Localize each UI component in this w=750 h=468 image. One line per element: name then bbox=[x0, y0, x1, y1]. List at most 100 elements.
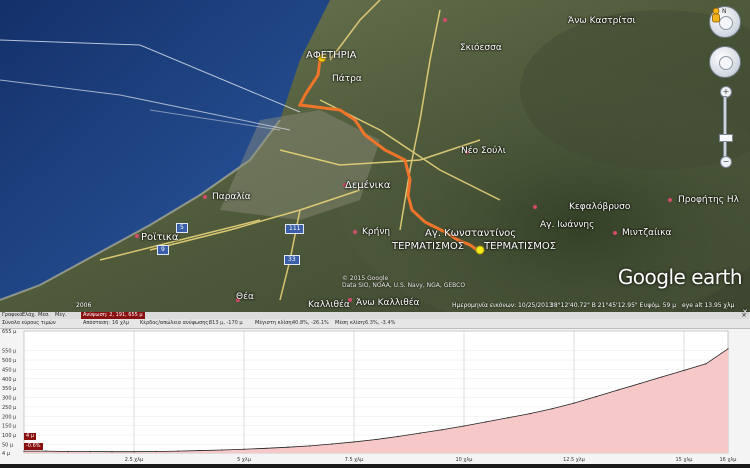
data-point bbox=[221, 449, 223, 451]
data-point bbox=[287, 446, 289, 448]
zoom-knob[interactable] bbox=[719, 134, 733, 142]
navigation-controls[interactable]: N + − bbox=[706, 6, 746, 168]
data-point bbox=[639, 382, 641, 385]
y-tick-label: 450 μ bbox=[2, 367, 17, 373]
data-point bbox=[573, 402, 575, 404]
zoom-track[interactable] bbox=[723, 96, 727, 158]
place-label[interactable]: Προφήτης Ηλ bbox=[678, 195, 739, 205]
gain-label: Κέρδος/απώλεια ανύψωσης: bbox=[140, 320, 211, 326]
place-label[interactable]: Μιντζαίικα bbox=[622, 228, 671, 238]
place-label[interactable]: Αγ. Ιωάννης bbox=[540, 220, 594, 230]
start-elevation-badge: 4 μ bbox=[24, 433, 36, 440]
data-point bbox=[199, 449, 201, 452]
y-tick-label: 150 μ bbox=[2, 424, 17, 430]
graph-label: Γραφικό: bbox=[2, 312, 24, 318]
max-slope-label: Μέγιστη κλίση: bbox=[255, 320, 294, 326]
year-label: 2006 bbox=[76, 302, 92, 309]
data-point bbox=[177, 450, 179, 452]
road-shield: 5 bbox=[176, 223, 188, 233]
y-tick-label: 50 μ bbox=[2, 442, 14, 448]
avg-slope-label: Μέση κλίση: bbox=[335, 320, 366, 326]
map-attribution: © 2015 Google Data SIO, NOAA, U.S. Navy,… bbox=[342, 275, 465, 289]
data-point bbox=[265, 447, 267, 449]
x-tick-label: 15 χλμ bbox=[676, 457, 694, 463]
place-label[interactable]: Ροϊτικα bbox=[141, 232, 178, 243]
data-point bbox=[133, 451, 135, 453]
imagery-date: Ημερομηνία εικόνων: 10/25/2013 bbox=[452, 302, 553, 309]
y-tick-label: 400 μ bbox=[2, 377, 17, 383]
avg-slope-value: 6.3%, -3.4% bbox=[365, 320, 396, 326]
place-label[interactable]: Κεφαλόβρυσο bbox=[569, 202, 630, 212]
y-tick-label: 655 μ bbox=[2, 329, 17, 335]
data-point bbox=[683, 369, 685, 371]
max-toggle[interactable]: Μέγ. bbox=[55, 312, 67, 319]
avg-toggle[interactable]: Μέσ. bbox=[38, 312, 50, 319]
elevation-profile-panel: Γραφικό: Ελάχ. Μέσ. Μέγ. Ανύψωση: 2, 191… bbox=[0, 312, 750, 464]
max-slope-value: 40.8%, -26.1% bbox=[292, 320, 329, 326]
road-shield: 111 bbox=[285, 224, 305, 234]
y-tick-label: 500 μ bbox=[2, 358, 17, 364]
end-pin-icon[interactable] bbox=[475, 245, 485, 255]
pan-ring[interactable] bbox=[709, 46, 741, 78]
summary-label: Σύνολο εύρους τιμών bbox=[2, 320, 56, 326]
zoom-slider[interactable]: + − bbox=[719, 86, 733, 168]
place-label[interactable]: Κρήνη bbox=[362, 227, 390, 237]
y-tick-label: 250 μ bbox=[2, 405, 17, 411]
data-point bbox=[551, 408, 553, 410]
data-point bbox=[617, 389, 619, 391]
end-label[interactable]: ΤΕΡΜΑΤΙΣΜΟΣ bbox=[484, 241, 556, 252]
altitude-label: Ανύψωση: bbox=[83, 312, 108, 318]
data-point bbox=[89, 450, 91, 453]
distance-value: 16 χλμ bbox=[112, 320, 129, 326]
data-point bbox=[45, 450, 47, 452]
place-label[interactable]: Άνω Καστρίτσι bbox=[568, 16, 636, 26]
place-label[interactable]: Πάτρα bbox=[332, 74, 362, 84]
data-point bbox=[485, 421, 487, 423]
place-label[interactable]: Δεμένικα bbox=[345, 180, 390, 191]
data-point bbox=[529, 413, 531, 415]
data-point bbox=[331, 443, 333, 445]
status-bar: 2006 Ημερομηνία εικόνων: 10/25/2013 38°1… bbox=[0, 300, 750, 312]
elevation-chart[interactable]: 2.5 χλμ 5 χλμ 7.5 χλμ 10 χλμ 12.5 χλμ 15 χλμ 1… bbox=[0, 329, 750, 464]
y-tick-label: 4 μ bbox=[2, 451, 11, 457]
zoom-out-button[interactable]: − bbox=[720, 156, 732, 168]
place-label[interactable]: Παραλία bbox=[212, 192, 251, 202]
pegman-icon[interactable] bbox=[706, 6, 726, 26]
data-point bbox=[727, 348, 729, 350]
profile-stats: Σύνολο εύρους τιμών Απόσταση: 16 χλμ Κέρ… bbox=[0, 319, 750, 329]
data-point bbox=[309, 445, 311, 447]
map-view[interactable]: ΑΦΕΤΗΡΙΑ Πάτρα Σκιόεσσα Άνω Καστρίτσι Νέ… bbox=[0, 0, 750, 312]
data-point bbox=[155, 450, 157, 453]
place-label[interactable]: Νέο Σούλι bbox=[461, 146, 506, 156]
y-tick-label: 100 μ bbox=[2, 433, 17, 439]
place-label[interactable]: Αγ. Κωνσταντίνος bbox=[425, 228, 516, 239]
min-toggle[interactable]: Ελάχ. bbox=[22, 312, 36, 319]
end-label[interactable]: ΤΕΡΜΑΤΙΣΜΟΣ bbox=[392, 241, 464, 252]
x-tick-label: 12.5 χλμ bbox=[563, 457, 586, 463]
data-point bbox=[661, 376, 663, 378]
y-tick-label: 300 μ bbox=[2, 396, 17, 402]
data-point bbox=[243, 448, 245, 450]
data-point bbox=[441, 429, 443, 431]
pan-hand-icon[interactable] bbox=[719, 56, 733, 70]
altitude-value: 2, 191, 655 μ bbox=[109, 312, 143, 318]
close-icon[interactable]: ✕ bbox=[742, 308, 748, 316]
coordinates: 38°12'40.72" Β 21°45'12.95" Ε bbox=[550, 302, 644, 309]
x-tick-label: 2.5 χλμ bbox=[125, 457, 144, 463]
data-point bbox=[463, 425, 465, 427]
data-point bbox=[23, 450, 25, 452]
eye-altitude: eye alt 13.95 χλμ bbox=[682, 302, 735, 309]
data-point bbox=[397, 435, 399, 438]
y-tick-label: 550 μ bbox=[2, 349, 17, 355]
x-tick-label: 16 χλμ bbox=[720, 457, 738, 463]
elevation-chart-svg[interactable]: 2.5 χλμ 5 χλμ 7.5 χλμ 10 χλμ 12.5 χλμ 15 χλμ 1… bbox=[0, 329, 750, 464]
place-label[interactable]: ΑΦΕΤΗΡΙΑ bbox=[306, 50, 356, 61]
y-tick-label: 350 μ bbox=[2, 386, 17, 392]
gain-value: 813 μ, -170 μ bbox=[209, 320, 243, 326]
data-point bbox=[705, 363, 707, 365]
place-label[interactable]: Σκιόεσσα bbox=[460, 43, 502, 53]
data-point bbox=[507, 417, 509, 419]
altitude-readout[interactable]: Ανύψωση: 2, 191, 655 μ bbox=[81, 312, 145, 319]
google-earth-logo: Google earth bbox=[617, 265, 743, 289]
data-point bbox=[595, 395, 597, 398]
